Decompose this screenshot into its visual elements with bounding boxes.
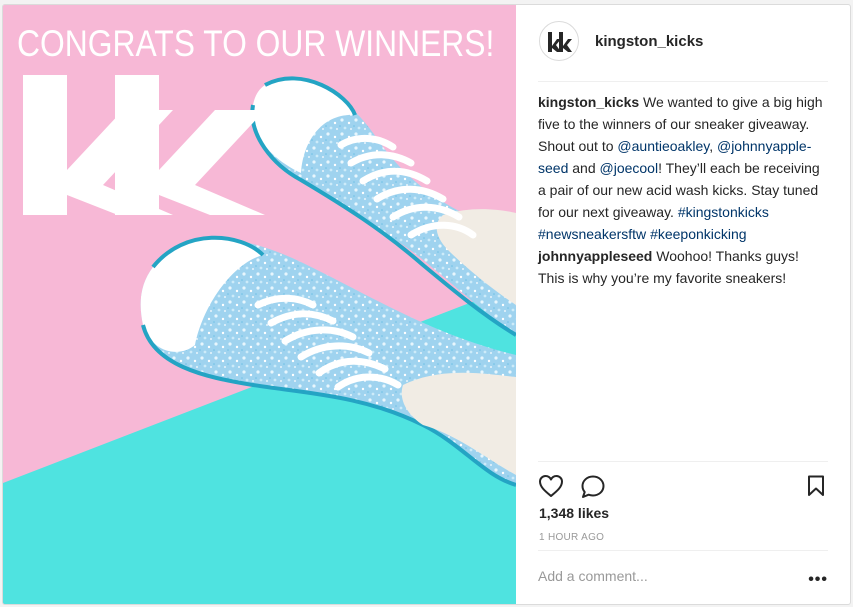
hashtag-link[interactable]: #kingstonkicks — [678, 204, 769, 220]
post-timestamp[interactable]: 1 HOUR AGO — [539, 532, 604, 543]
speech-bubble-icon[interactable] — [580, 474, 606, 500]
avatar[interactable] — [539, 21, 579, 61]
caption-text: , — [709, 138, 717, 154]
post-actions: 1,348 likes 1 HOUR AGO — [538, 461, 828, 551]
sneakers-illustration — [3, 5, 516, 604]
comment-username[interactable]: johnnyappleseed — [538, 248, 652, 264]
post-sidebar: kingston_kicks kingston_kicks We wanted … — [516, 5, 850, 604]
likes-count[interactable]: 1,348 likes — [539, 505, 609, 521]
hashtag-link[interactable]: #keeponkicking — [650, 226, 747, 242]
heart-icon[interactable] — [538, 474, 564, 498]
mention-link[interactable]: @joecool — [600, 160, 659, 176]
hashtag-link[interactable]: #newsneakersftw — [538, 226, 646, 242]
caption-text: and — [568, 160, 600, 176]
image-headline: CONGRATS TO OUR WINNERS! — [17, 23, 495, 64]
add-comment-input[interactable] — [538, 561, 788, 591]
comment: johnnyappleseed Woohoo! Thanks guys! Thi… — [538, 245, 828, 289]
post-image[interactable]: CONGRATS TO OUR WINNERS! — [3, 5, 516, 604]
mention-link[interactable]: @auntieoakley — [617, 138, 709, 154]
post-caption: kingston_kicks We wanted to give a big h… — [538, 91, 828, 245]
more-options-icon[interactable]: ••• — [808, 571, 828, 589]
kk-logo-icon — [548, 32, 572, 52]
instagram-post: CONGRATS TO OUR WINNERS! kingston_kicks … — [2, 4, 851, 605]
caption-and-comments: kingston_kicks We wanted to give a big h… — [538, 91, 828, 289]
post-header: kingston_kicks — [538, 5, 828, 82]
post-author-username[interactable]: kingston_kicks — [595, 33, 703, 50]
bookmark-icon[interactable] — [807, 475, 825, 497]
caption-username[interactable]: kingston_kicks — [538, 94, 639, 110]
